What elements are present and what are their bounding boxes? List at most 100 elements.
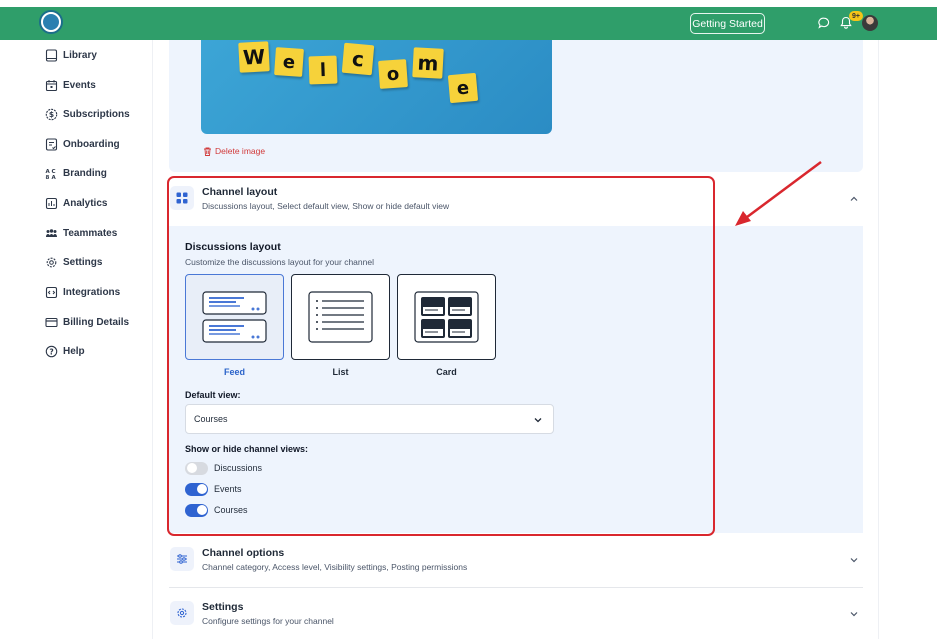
sidebar-item-library[interactable]: Library <box>45 46 97 64</box>
svg-text:A: A <box>52 175 57 180</box>
section-title: Settings <box>202 601 244 613</box>
gear-icon <box>170 601 194 625</box>
sidebar-item-integrations[interactable]: Integrations <box>45 283 120 301</box>
letter-tile: l <box>308 55 338 85</box>
card-icon <box>45 317 58 327</box>
book-icon <box>45 48 58 62</box>
letter-tile: o <box>378 59 408 89</box>
sidebar-item-label: Teammates <box>63 227 118 239</box>
letter-tile: e <box>447 72 479 104</box>
sidebar-item-label: Settings <box>63 256 103 268</box>
events-toggle[interactable] <box>185 482 208 496</box>
getting-started-button[interactable]: Getting Started <box>690 13 765 34</box>
discussions-layout-title: Discussions layout <box>185 241 281 253</box>
sidebar: Library Events $ Subscriptions Onboardin… <box>0 40 152 639</box>
default-view-value: Courses <box>194 414 228 424</box>
teammates-icon <box>46 228 57 237</box>
sidebar-item-events[interactable]: Events <box>45 76 96 94</box>
svg-text:8: 8 <box>46 175 50 180</box>
channel-image-card: W e l c o m e Delete image <box>169 40 863 172</box>
onboarding-icon <box>45 137 58 151</box>
section-subtitle: Channel category, Access level, Visibili… <box>202 562 468 572</box>
analytics-icon <box>45 197 58 209</box>
letter-tile: W <box>238 41 270 73</box>
layout-option-label-card: Card <box>436 367 457 377</box>
chevron-down-icon <box>534 418 542 423</box>
sidebar-item-label: Billing Details <box>63 316 130 328</box>
sidebar-item-teammates[interactable]: Teammates <box>45 224 117 242</box>
channel-cover-image: W e l c o m e <box>201 40 552 134</box>
integrations-icon <box>45 286 58 298</box>
courses-toggle[interactable] <box>185 503 208 517</box>
sidebar-item-help[interactable]: ? Help <box>45 342 85 360</box>
list-layout-icon <box>308 291 373 343</box>
channel-layout-panel: Discussions layout Customize the discuss… <box>169 226 863 533</box>
branding-icon: A C8 A <box>46 169 57 180</box>
help-icon: ? <box>45 345 58 357</box>
main-content: W e l c o m e Delete image Channel layou… <box>152 40 879 641</box>
svg-text:$: $ <box>49 110 54 119</box>
section-subtitle: Configure settings for your channel <box>202 616 334 626</box>
section-title: Channel layout <box>202 186 278 198</box>
sliders-icon <box>170 547 194 571</box>
show-hide-views-label: Show or hide channel views: <box>185 444 309 454</box>
channel-options-header[interactable]: Channel options Channel category, Access… <box>169 535 863 587</box>
sidebar-item-label: Branding <box>63 167 107 179</box>
card-layout-icon <box>414 291 479 343</box>
sidebar-item-label: Library <box>63 49 97 61</box>
sidebar-item-onboarding[interactable]: Onboarding <box>45 135 120 153</box>
default-view-label: Default view: <box>185 390 241 400</box>
section-title: Channel options <box>202 547 285 559</box>
layout-option-list[interactable] <box>291 274 390 360</box>
chevron-down-icon[interactable] <box>849 555 859 565</box>
delete-image-label: Delete image <box>215 146 266 156</box>
channel-layout-header[interactable]: Channel layout Discussions layout, Selec… <box>169 174 863 226</box>
layout-option-label-list: List <box>332 367 349 377</box>
discussions-toggle[interactable] <box>185 461 208 475</box>
notification-badge: 9+ <box>849 11 863 21</box>
default-view-select[interactable]: Courses <box>185 404 554 434</box>
view-toggle-label: Events <box>214 484 242 494</box>
layout-option-label-feed: Feed <box>223 367 245 377</box>
section-subtitle: Discussions layout, Select default view,… <box>202 201 450 211</box>
letter-tile: e <box>274 47 304 77</box>
top-navigation-bar: Getting Started 9+ <box>0 7 937 40</box>
svg-text:?: ? <box>49 347 53 356</box>
trash-icon <box>204 147 211 156</box>
view-toggle-label: Courses <box>214 505 248 515</box>
calendar-icon <box>45 79 58 91</box>
view-toggle-row-courses: Courses <box>185 502 248 518</box>
view-toggle-label: Discussions <box>214 463 263 473</box>
sidebar-item-label: Onboarding <box>63 138 120 150</box>
view-toggle-row-events: Events <box>185 481 242 497</box>
chevron-down-icon[interactable] <box>849 609 859 619</box>
layout-option-feed[interactable] <box>185 274 284 360</box>
sidebar-item-settings[interactable]: Settings <box>45 253 102 271</box>
grid-icon <box>170 186 194 210</box>
view-toggle-row-discussions: Discussions <box>185 460 262 476</box>
letter-tile: c <box>341 42 375 76</box>
sidebar-item-label: Events <box>63 79 96 91</box>
sidebar-item-analytics[interactable]: Analytics <box>45 194 107 212</box>
sidebar-item-label: Subscriptions <box>63 108 130 120</box>
layout-option-card[interactable] <box>397 274 496 360</box>
delete-image-link[interactable]: Delete image <box>203 146 265 156</box>
section-divider <box>169 587 863 588</box>
sidebar-item-label: Help <box>63 345 85 357</box>
chevron-up-icon[interactable] <box>849 194 859 204</box>
gear-icon <box>46 257 57 267</box>
discussions-layout-subtitle: Customize the discussions layout for you… <box>185 257 374 267</box>
feed-layout-icon <box>202 291 267 343</box>
sidebar-item-branding[interactable]: AC8A Branding <box>45 164 107 182</box>
sidebar-item-label: Integrations <box>63 286 121 298</box>
dollar-icon: $ <box>45 108 58 120</box>
letter-tile: m <box>412 47 444 79</box>
app-logo[interactable] <box>39 10 63 34</box>
sidebar-item-billing-details[interactable]: Billing Details <box>45 313 129 331</box>
sidebar-item-label: Analytics <box>63 197 108 209</box>
top-strip <box>0 0 937 7</box>
sidebar-item-subscriptions[interactable]: $ Subscriptions <box>45 105 130 123</box>
settings-header[interactable]: Settings Configure settings for your cha… <box>169 589 863 641</box>
chat-icon[interactable] <box>818 17 830 29</box>
avatar[interactable] <box>862 15 878 31</box>
